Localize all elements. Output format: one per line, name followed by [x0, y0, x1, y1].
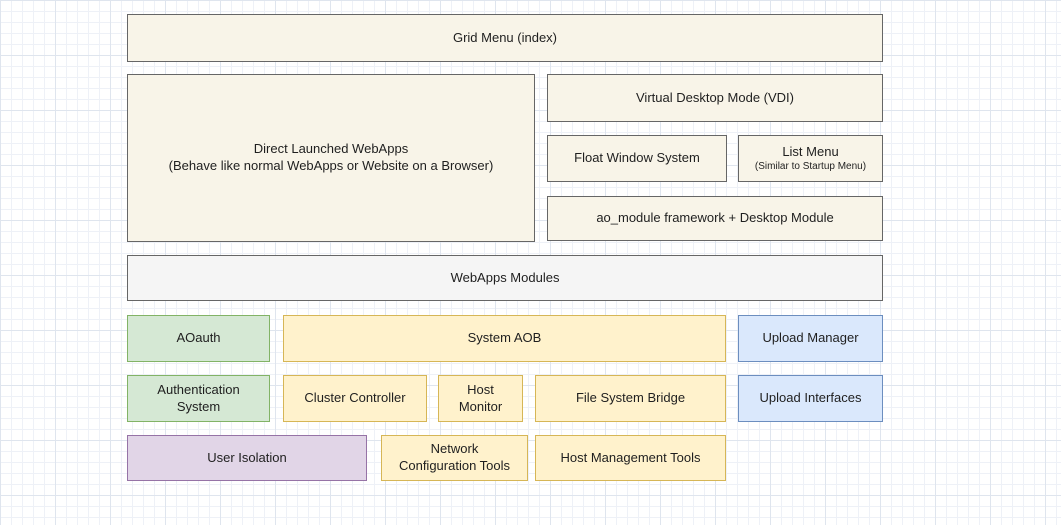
- node-user-isolation: User Isolation: [127, 435, 367, 481]
- node-label: AOauth: [176, 330, 220, 347]
- node-label: Cluster Controller: [304, 390, 405, 407]
- node-host-monitor: HostMonitor: [438, 375, 523, 422]
- node-label: System: [177, 399, 220, 416]
- node-file-system-bridge: File System Bridge: [535, 375, 726, 422]
- node-label: Configuration Tools: [399, 458, 510, 475]
- node-label: Host Management Tools: [561, 450, 701, 467]
- node-cluster-controller: Cluster Controller: [283, 375, 427, 422]
- node-label: Upload Manager: [762, 330, 858, 347]
- node-label: Network: [431, 441, 479, 458]
- node-aoauth: AOauth: [127, 315, 270, 362]
- node-label: Direct Launched WebApps: [254, 141, 408, 158]
- node-grid-menu: Grid Menu (index): [127, 14, 883, 62]
- node-label: File System Bridge: [576, 390, 685, 407]
- node-float-window-system: Float Window System: [547, 135, 727, 182]
- diagram-canvas: Grid Menu (index) Direct Launched WebApps…: [0, 0, 1061, 525]
- node-label: List Menu: [782, 144, 838, 161]
- node-network-configuration-tools: NetworkConfiguration Tools: [381, 435, 528, 481]
- node-webapps-modules: WebApps Modules: [127, 255, 883, 301]
- node-label: WebApps Modules: [451, 270, 560, 287]
- node-list-menu: List Menu(Similar to Startup Menu): [738, 135, 883, 182]
- node-label: System AOB: [468, 330, 542, 347]
- node-label: User Isolation: [207, 450, 286, 467]
- node-label: Virtual Desktop Mode (VDI): [636, 90, 794, 107]
- node-label: Host: [467, 382, 494, 399]
- node-system-aob: System AOB: [283, 315, 726, 362]
- node-virtual-desktop-mode: Virtual Desktop Mode (VDI): [547, 74, 883, 122]
- node-label: Float Window System: [574, 150, 700, 167]
- node-authentication-system: AuthenticationSystem: [127, 375, 270, 422]
- node-label: Grid Menu (index): [453, 30, 557, 47]
- node-label: (Behave like normal WebApps or Website o…: [169, 158, 494, 175]
- node-sublabel: (Similar to Startup Menu): [755, 161, 866, 174]
- node-label: Monitor: [459, 399, 502, 416]
- node-direct-launched-webapps: Direct Launched WebApps(Behave like norm…: [127, 74, 535, 242]
- node-label: ao_module framework + Desktop Module: [596, 210, 833, 227]
- node-upload-manager: Upload Manager: [738, 315, 883, 362]
- node-upload-interfaces: Upload Interfaces: [738, 375, 883, 422]
- node-host-management-tools: Host Management Tools: [535, 435, 726, 481]
- node-label: Authentication: [157, 382, 239, 399]
- node-label: Upload Interfaces: [760, 390, 862, 407]
- node-ao-module-framework: ao_module framework + Desktop Module: [547, 196, 883, 241]
